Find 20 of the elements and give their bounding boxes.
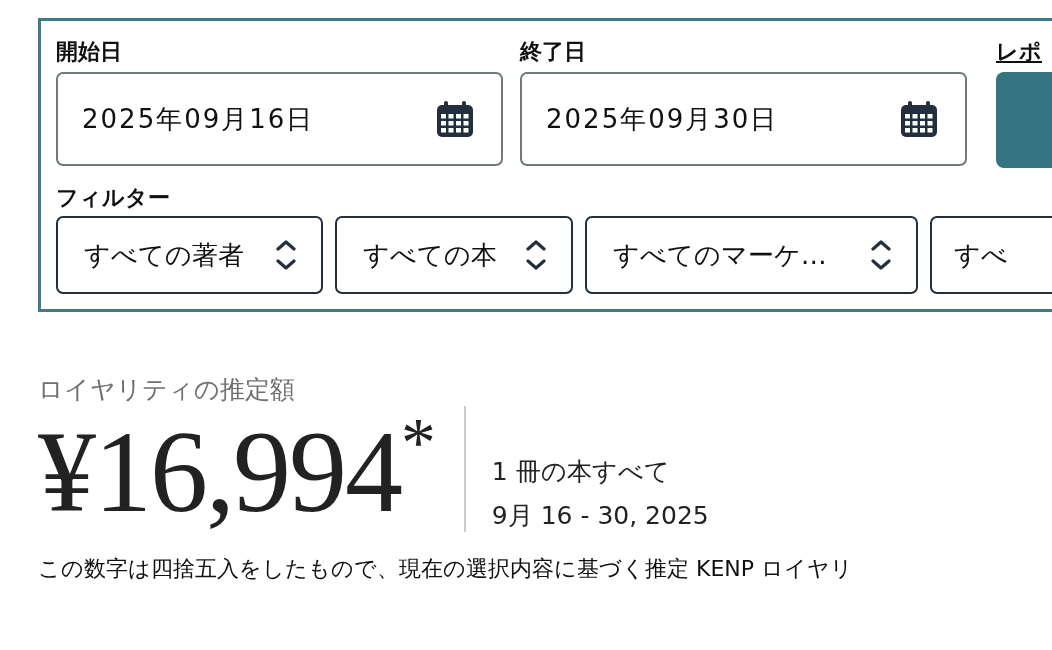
filter-dropdown[interactable]: すべてのマーケ… (584, 216, 919, 294)
date-field[interactable]: 2025年09月30日 (520, 72, 967, 166)
chevron-updown-icon (275, 239, 298, 271)
footnote-text: この数字は四捨五入をしたもので、現在の選択内容に基づく推定 KENP ロイヤリ (38, 555, 855, 583)
date-field[interactable]: 2025年09月16日 (56, 72, 503, 166)
date-period: 9月 16 - 30, 2025 (491, 500, 709, 532)
chevron-updown-icon (524, 239, 547, 271)
filter-dropdown[interactable]: すべ (930, 216, 1052, 294)
book-scope: 1 冊の本すべて (491, 456, 671, 488)
field-label: 開始日 (56, 38, 123, 66)
filter-dropdown[interactable]: すべての本 (335, 216, 573, 294)
chevron-updown-icon (870, 239, 893, 271)
calendar-icon (435, 100, 475, 138)
royalty-amount: ¥16,994$^{*}$ (38, 406, 466, 532)
royalty-label: ロイヤリティの推定額 (38, 374, 296, 406)
report-link[interactable]: レポ (996, 38, 1052, 66)
filter-label: フィルター (56, 184, 171, 212)
calendar-icon (899, 100, 939, 138)
filter-dropdown[interactable]: すべての著者 (56, 216, 324, 294)
field-label: 終了日 (520, 38, 587, 66)
